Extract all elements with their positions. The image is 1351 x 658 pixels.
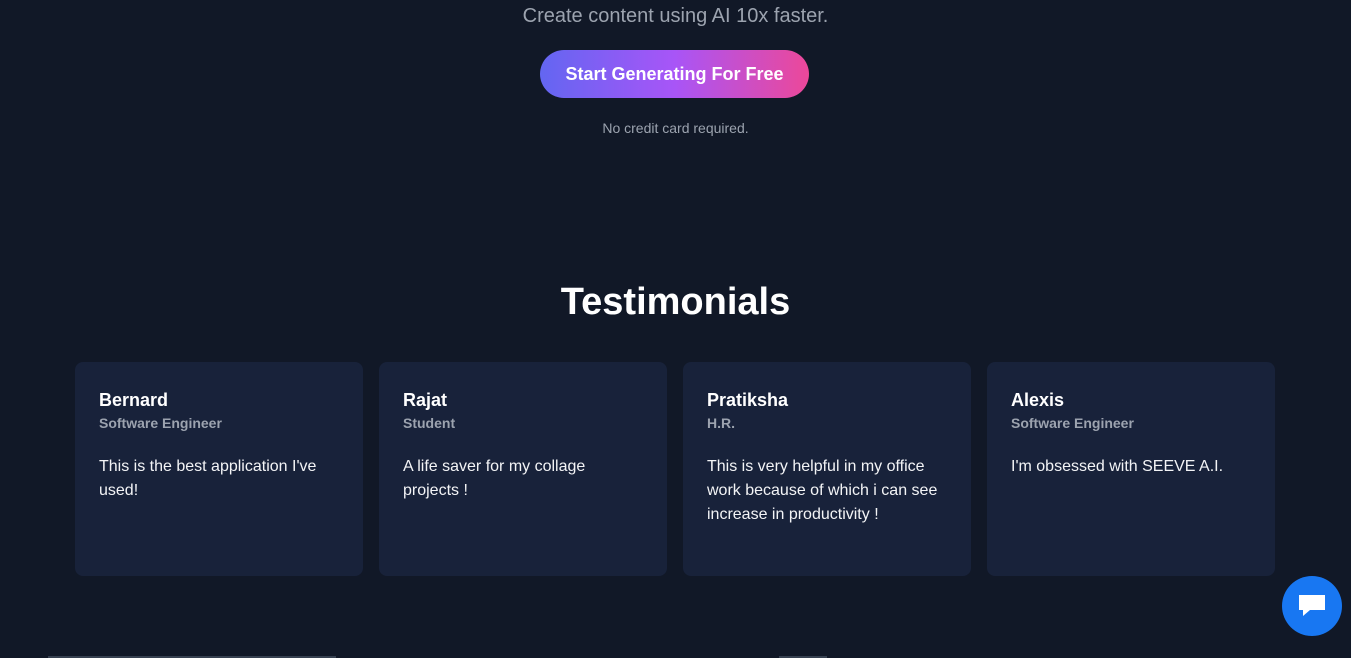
hero-tagline: Create content using AI 10x faster. xyxy=(522,5,829,27)
chat-button[interactable] xyxy=(1282,576,1342,636)
testimonial-card: Pratiksha H.R. This is very helpful in m… xyxy=(683,362,971,576)
chat-bubble-icon xyxy=(1297,593,1327,619)
testimonial-quote: A life saver for my collage projects ! xyxy=(403,458,586,499)
testimonial-name: Rajat xyxy=(403,390,448,410)
landing-page: Create content using AI 10x faster. Star… xyxy=(0,0,1351,658)
testimonial-role: Software Engineer xyxy=(1011,415,1134,431)
no-credit-card-note: No credit card required. xyxy=(602,120,749,136)
testimonial-role: Student xyxy=(403,415,456,431)
testimonial-name: Pratiksha xyxy=(707,390,789,410)
start-generating-button[interactable]: Start Generating For Free xyxy=(540,50,809,98)
testimonial-card: Bernard Software Engineer This is the be… xyxy=(75,362,363,576)
testimonial-quote: This is the best application I've used! xyxy=(99,458,317,499)
testimonial-quote: This is very helpful in my office work b… xyxy=(707,458,938,523)
testimonial-role: Software Engineer xyxy=(99,415,222,431)
testimonial-name: Alexis xyxy=(1011,390,1065,410)
testimonials-title: Testimonials xyxy=(560,281,791,323)
testimonial-card: Alexis Software Engineer I'm obsessed wi… xyxy=(987,362,1275,576)
testimonial-role: H.R. xyxy=(707,415,735,431)
testimonials-list: Bernard Software Engineer This is the be… xyxy=(75,362,1275,576)
testimonial-quote: I'm obsessed with SEEVE A.I. xyxy=(1011,458,1224,475)
testimonial-card: Rajat Student A life saver for my collag… xyxy=(379,362,667,576)
testimonial-name: Bernard xyxy=(99,390,169,410)
